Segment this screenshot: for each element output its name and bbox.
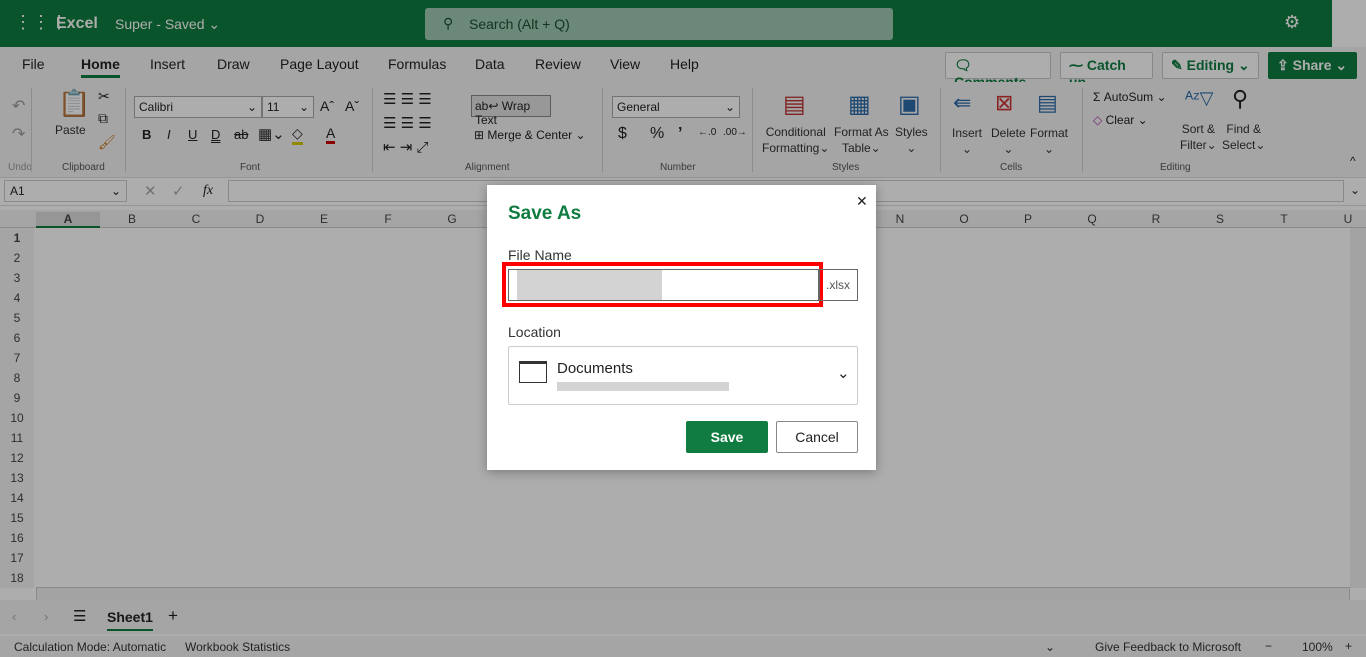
save-button[interactable]: Save <box>686 421 768 453</box>
folder-icon <box>519 361 547 383</box>
dialog-title: Save As <box>508 203 582 224</box>
file-extension: .xlsx <box>819 269 858 301</box>
location-name: Documents <box>557 360 633 377</box>
location-dropdown[interactable]: Documents ⌄ <box>508 346 858 405</box>
file-name-label: File Name <box>508 247 572 263</box>
save-as-dialog: Save As ✕ File Name .xlsx Location Docum… <box>487 185 876 470</box>
file-name-input[interactable] <box>508 269 819 301</box>
location-label: Location <box>508 324 561 340</box>
cancel-button[interactable]: Cancel <box>776 421 858 453</box>
redacted-file-name <box>517 270 662 300</box>
close-icon[interactable]: ✕ <box>856 193 868 210</box>
redacted-location-path <box>557 382 729 391</box>
chevron-down-icon: ⌄ <box>837 365 850 382</box>
